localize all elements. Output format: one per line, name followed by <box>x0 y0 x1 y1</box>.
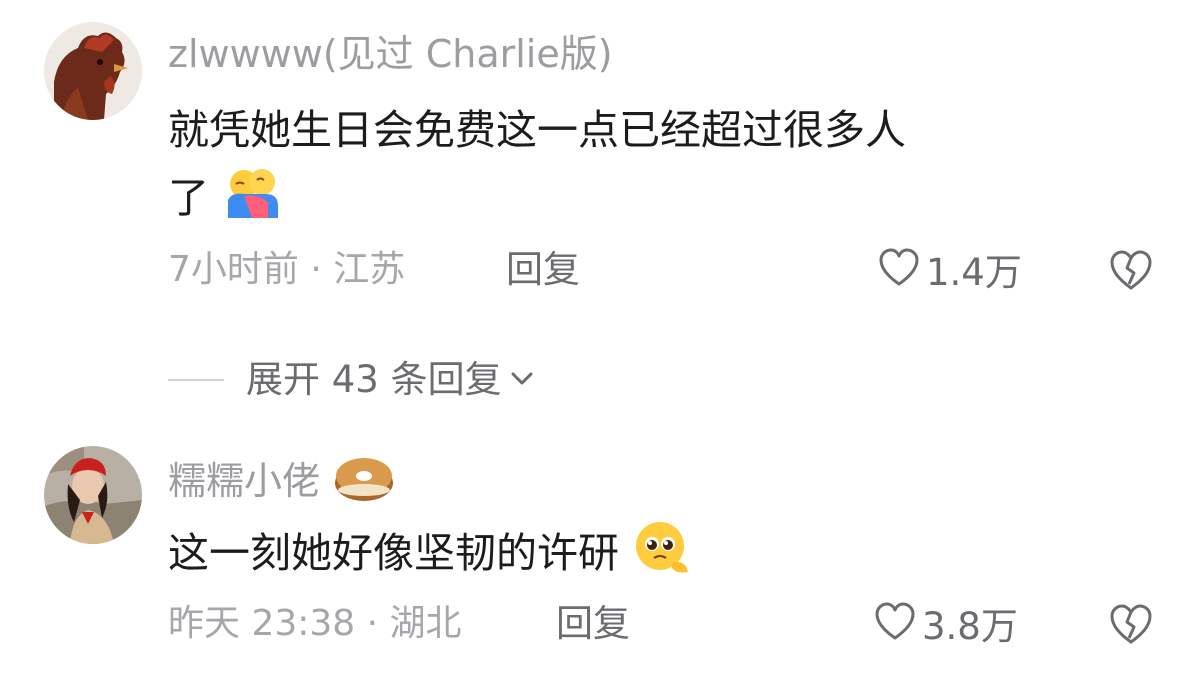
comment-timestamp-location: 7小时前 · 江苏 <box>168 249 406 290</box>
like-count: 1.4万 <box>926 251 1022 294</box>
comment-timestamp-location: 昨天 23:38 · 湖北 <box>168 603 462 644</box>
rooster-avatar-image <box>44 22 142 120</box>
avatar[interactable] <box>44 22 142 120</box>
comment-username[interactable]: 糯糯小佬 <box>168 454 396 513</box>
hug-emoji-icon <box>222 166 282 236</box>
girl-avatar-image <box>44 446 142 544</box>
broken-heart-icon <box>1110 604 1152 644</box>
comment-text-line: 这一刻她好像坚韧的许研 <box>168 529 619 577</box>
comment-text-line: 了 <box>168 174 209 222</box>
avatar[interactable] <box>44 446 142 544</box>
comment-text: 就凭她生日会免费这一点已经超过很多人 <box>168 100 906 160</box>
reply-button[interactable]: 回复 <box>506 248 580 292</box>
comment-text: 这一刻她好像坚韧的许研 <box>168 520 692 592</box>
pleading-face-emoji-icon <box>632 520 692 592</box>
expand-replies-button[interactable]: 展开 43 条回复 <box>168 358 536 402</box>
comment-username[interactable]: zlwwww(见过 Charlie版) <box>168 32 613 76</box>
chevron-down-icon <box>508 368 536 392</box>
heart-icon <box>874 602 916 652</box>
dislike-button[interactable] <box>1108 602 1154 648</box>
broken-heart-icon <box>1110 250 1152 290</box>
bagel-emoji-icon <box>332 454 396 513</box>
like-button[interactable]: 3.8万 <box>874 602 1018 652</box>
username-text: 糯糯小佬 <box>168 459 321 503</box>
divider <box>168 379 224 381</box>
heart-icon <box>878 248 920 298</box>
comment-text-continuation: 了 <box>168 166 282 236</box>
comment-text-line: 就凭她生日会免费这一点已经超过很多人 <box>168 106 906 154</box>
reply-button[interactable]: 回复 <box>556 602 630 646</box>
like-button[interactable]: 1.4万 <box>878 248 1022 298</box>
dislike-button[interactable] <box>1108 248 1154 294</box>
expand-replies-label: 展开 43 条回复 <box>246 358 502 401</box>
like-count: 3.8万 <box>922 605 1018 648</box>
